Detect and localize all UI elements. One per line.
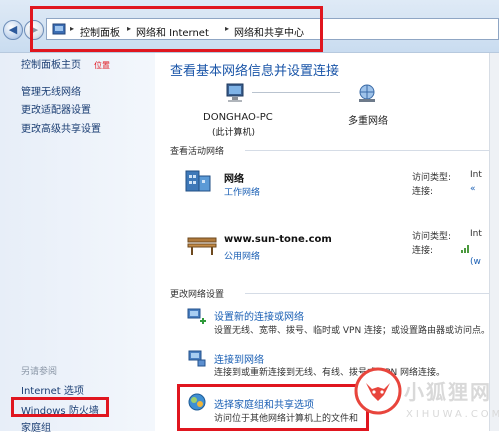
watermark-text: 小狐狸网 [404,380,492,404]
computer-sub: (此计算机) [212,128,256,138]
network1-type-link[interactable]: 工作网络 [224,185,260,198]
page-title: 查看基本网络信息并设置连接 [170,64,340,79]
see-also-homegroup[interactable]: 家庭组 [21,419,51,434]
task-new-connection-desc: 设置无线、宽带、拨号、临时或 VPN 连接；或设置路由器或访问点。 [214,326,491,336]
connect-network-icon [188,350,206,367]
multiple-networks-icon [359,84,375,102]
highlight-box-address [30,6,323,52]
computer-name: DONGHAO-PC [203,112,273,123]
change-settings-heading: 更改网络设置 [170,290,225,300]
signal-strength-icon [461,245,469,253]
public-network-bench-icon [187,237,217,255]
sidebar-item-wireless[interactable]: 管理无线网络 [21,83,81,98]
new-connection-icon [187,308,206,324]
network-map-label: 多重网络 [348,116,388,127]
sidebar-item-sharing[interactable]: 更改高级共享设置 [21,120,101,135]
network1-access-value: Int [470,170,482,180]
watermark-url: XIHUWA.COM [406,409,499,420]
highlight-box-homegroup [177,384,369,431]
network2-connection-link[interactable]: (w [470,257,481,267]
task-new-connection-link[interactable]: 设置新的连接或网络 [214,308,304,323]
computer-icon [226,83,244,102]
sidebar-item-adapter[interactable]: 更改适配器设置 [21,101,91,116]
see-also-internet-options[interactable]: Internet 选项 [21,382,84,397]
map-connector-line [252,92,340,93]
see-also-heading: 另请参阅 [21,367,58,377]
sidebar-home-link[interactable]: 控制面板主页 [21,56,81,71]
network2-access-value: Int [470,229,482,239]
active-networks-heading: 查看活动网络 [170,147,225,157]
network2-name: www.sun-tone.com [224,234,332,245]
network2-access-label: 访问类型: [412,232,452,242]
annotation-label: 位置 [94,61,110,70]
network1-access-label: 访问类型: [412,173,452,183]
highlight-box-firewall [11,397,109,417]
network2-type-link[interactable]: 公用网络 [224,249,260,262]
network1-name: 网络 [224,174,244,185]
network2-connection-label: 连接: [412,246,434,256]
work-network-icon [185,170,211,192]
task-connect-network-link[interactable]: 连接到网络 [214,351,264,366]
network1-connection-label: 连接: [412,187,434,197]
divider [245,150,489,151]
fox-logo-icon [354,367,402,415]
back-button[interactable]: ◀ [3,20,23,40]
back-arrow-icon: ◀ [8,23,18,36]
divider [245,293,489,294]
scrollbar[interactable] [489,53,499,431]
network1-connection-link[interactable]: « [470,184,476,194]
